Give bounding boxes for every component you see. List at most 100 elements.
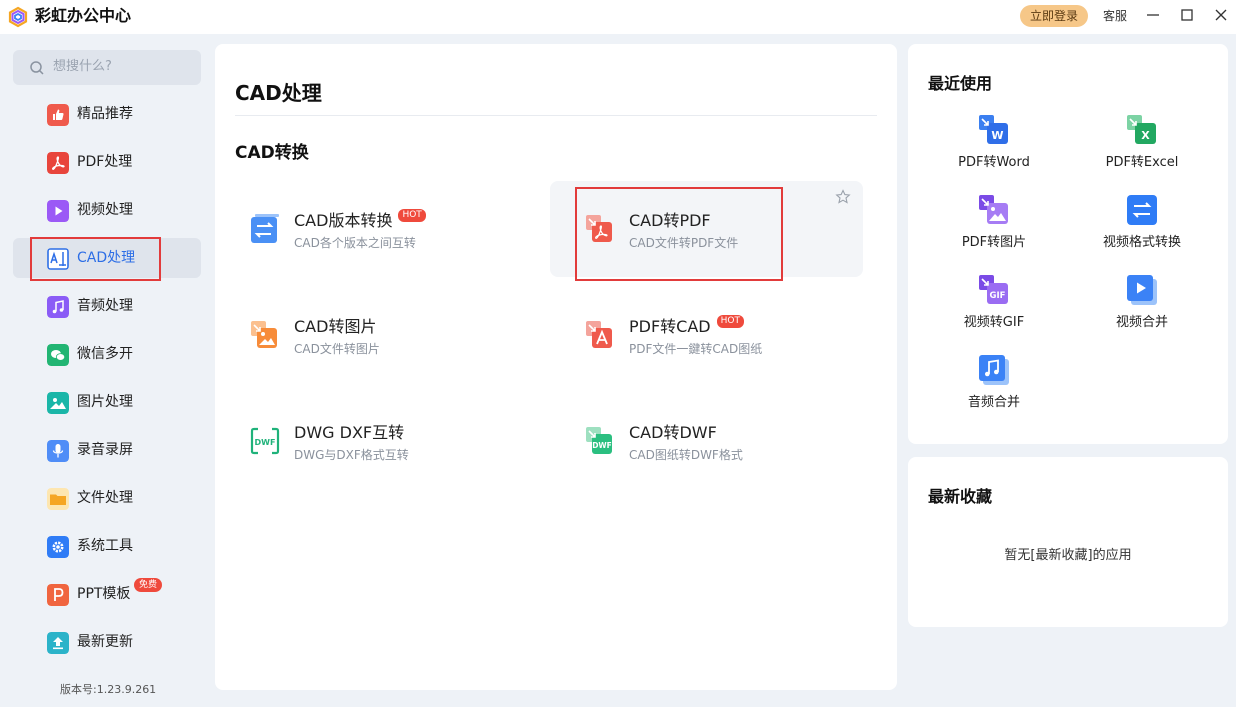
sidebar-item-cad[interactable]: CAD处理 — [13, 238, 201, 278]
section-title: CAD转换 — [235, 143, 309, 163]
tool-cad-to-dwf[interactable]: DWF CAD转DWF CAD图纸转DWF格式 — [550, 393, 863, 489]
sidebar-item-label: 视频处理 — [77, 202, 133, 218]
tool-description: CAD各个版本之间互转 — [294, 236, 416, 250]
svg-text:GIF: GIF — [990, 291, 1006, 301]
recent-video-to-gif[interactable]: GIF 视频转GIF — [920, 274, 1068, 346]
tool-name: PDF转CAD HOT — [629, 315, 744, 337]
main-panel: CAD处理 CAD转换 CAD版本转换 HOT CAD各个版本之间互转 CAD转P… — [215, 44, 897, 690]
title-bar: 彩虹办公中心 立即登录 客服 — [0, 0, 1236, 34]
close-icon[interactable] — [1211, 5, 1231, 25]
star-icon[interactable] — [835, 189, 851, 205]
pdf-to-cad-icon — [586, 321, 612, 348]
tool-name: CAD版本转换 HOT — [294, 209, 426, 231]
recent-video-convert[interactable]: 视频格式转换 — [1068, 194, 1216, 266]
video-icon — [47, 200, 69, 222]
recent-pdf-to-excel[interactable]: X PDF转Excel — [1068, 114, 1216, 186]
recent-video-merge[interactable]: 视频合并 — [1068, 274, 1216, 346]
recent-label: 视频格式转换 — [1102, 235, 1181, 250]
sidebar-item-label: 精品推荐 — [77, 106, 133, 122]
tool-cad-version-convert[interactable]: CAD版本转换 HOT CAD各个版本之间互转 — [215, 181, 528, 277]
sidebar-item-files[interactable]: 文件处理 — [13, 478, 201, 518]
gear-icon — [47, 536, 69, 558]
tool-pdf-to-cad[interactable]: PDF转CAD HOT PDF文件一鍵转CAD图纸 — [550, 287, 863, 383]
cad-icon — [47, 248, 69, 270]
sidebar-item-wechat[interactable]: 微信多开 — [13, 334, 201, 374]
sidebar-item-label: 系统工具 — [77, 538, 133, 554]
sidebar-item-pdf[interactable]: PDF处理 — [13, 142, 201, 182]
tool-cad-to-pdf[interactable]: CAD转PDF CAD文件转PDF文件 — [550, 181, 863, 277]
pdf-to-word-icon: W — [979, 115, 1008, 144]
page-title: CAD处理 — [235, 81, 322, 105]
free-badge: 免费 — [134, 578, 163, 592]
minimize-icon[interactable] — [1143, 5, 1163, 25]
search-input[interactable]: 想搜什么? — [13, 50, 201, 85]
upload-icon — [47, 632, 69, 654]
sidebar-item-ppt[interactable]: PPT模板 免费 — [13, 574, 201, 614]
sidebar-item-label: PDF处理 — [77, 154, 133, 170]
dwg-icon: DWF — [250, 427, 280, 455]
pdf-to-excel-icon: X — [1127, 115, 1156, 144]
tool-description: PDF文件一鍵转CAD图纸 — [629, 342, 763, 356]
tool-description: CAD文件转图片 — [294, 342, 380, 356]
sidebar-item-video[interactable]: 视频处理 — [13, 190, 201, 230]
sidebar-item-label: CAD处理 — [77, 250, 136, 266]
recent-pdf-to-image[interactable]: PDF转图片 — [920, 194, 1068, 266]
divider — [235, 115, 877, 116]
maximize-icon[interactable] — [1177, 5, 1197, 25]
sidebar-item-updates[interactable]: 最新更新 — [13, 622, 201, 662]
tool-name: CAD转图片 — [294, 317, 377, 336]
search-icon — [30, 61, 44, 75]
sidebar-item-recommend[interactable]: 精品推荐 — [13, 94, 201, 134]
svg-text:DWF: DWF — [592, 441, 612, 450]
login-button[interactable]: 立即登录 — [1020, 5, 1088, 27]
video-convert-icon — [1127, 195, 1157, 225]
sidebar-item-image[interactable]: 图片处理 — [13, 382, 201, 422]
recent-panel: 最近使用 W PDF转Word X PDF转Excel PDF转图片 视频格式转… — [908, 44, 1228, 444]
audio-merge-icon — [979, 355, 1009, 385]
folder-icon — [47, 488, 69, 510]
customer-service-button[interactable]: 客服 — [1103, 6, 1127, 26]
recent-label: PDF转Word — [958, 155, 1030, 170]
thumbs-up-icon — [47, 104, 69, 126]
svg-text:W: W — [991, 129, 1003, 142]
sidebar-item-audio[interactable]: 音频处理 — [13, 286, 201, 326]
recent-label: PDF转图片 — [961, 235, 1027, 250]
sidebar-item-label: PPT模板 — [77, 586, 131, 602]
cad-to-image-icon — [251, 321, 277, 348]
hot-badge: HOT — [398, 209, 426, 222]
sidebar-item-label: 微信多开 — [77, 346, 133, 362]
tool-name: CAD转PDF — [629, 211, 711, 230]
sidebar-item-label: 录音录屏 — [77, 442, 133, 458]
cad-to-pdf-icon — [586, 215, 612, 242]
recent-label: 视频合并 — [1115, 315, 1168, 330]
hot-badge: HOT — [716, 315, 744, 328]
svg-text:DWF: DWF — [255, 438, 276, 447]
tool-name: DWG DXF互转 — [294, 423, 405, 442]
tool-description: CAD文件转PDF文件 — [629, 236, 739, 250]
empty-state-text: 暂无[最新收藏]的应用 — [1004, 548, 1132, 563]
sidebar-item-system[interactable]: 系统工具 — [13, 526, 201, 566]
tool-dwg-dxf-convert[interactable]: DWF DWG DXF互转 DWG与DXF格式互转 — [215, 393, 528, 489]
search-placeholder: 想搜什么? — [53, 59, 112, 74]
dwf-icon: DWF — [586, 427, 612, 454]
recent-label: PDF转Excel — [1105, 155, 1179, 170]
sidebar-item-label: 图片处理 — [77, 394, 133, 410]
sidebar: 想搜什么? 精品推荐 PDF处理 视频处理 CAD处理 音频处理 微信多开 图片… — [0, 34, 212, 707]
tool-cad-to-image[interactable]: CAD转图片 CAD文件转图片 — [215, 287, 528, 383]
wechat-icon — [47, 344, 69, 366]
sidebar-item-label: 最新更新 — [77, 634, 133, 650]
app-title: 彩虹办公中心 — [35, 6, 132, 25]
swap-icon — [251, 214, 279, 243]
panel-title: 最新收藏 — [928, 487, 993, 506]
music-icon — [47, 296, 69, 318]
video-merge-icon — [1127, 275, 1157, 305]
recent-audio-merge[interactable]: 音频合并 — [920, 354, 1068, 426]
tool-name: CAD转DWF — [629, 423, 717, 442]
version-label: 版本号:1.23.9.261 — [60, 683, 157, 696]
tool-description: CAD图纸转DWF格式 — [629, 448, 743, 462]
sidebar-item-recording[interactable]: 录音录屏 — [13, 430, 201, 470]
recent-pdf-to-word[interactable]: W PDF转Word — [920, 114, 1068, 186]
favorites-panel: 最新收藏 暂无[最新收藏]的应用 — [908, 457, 1228, 627]
svg-text:X: X — [1141, 129, 1150, 142]
tool-description: DWG与DXF格式互转 — [294, 448, 409, 462]
